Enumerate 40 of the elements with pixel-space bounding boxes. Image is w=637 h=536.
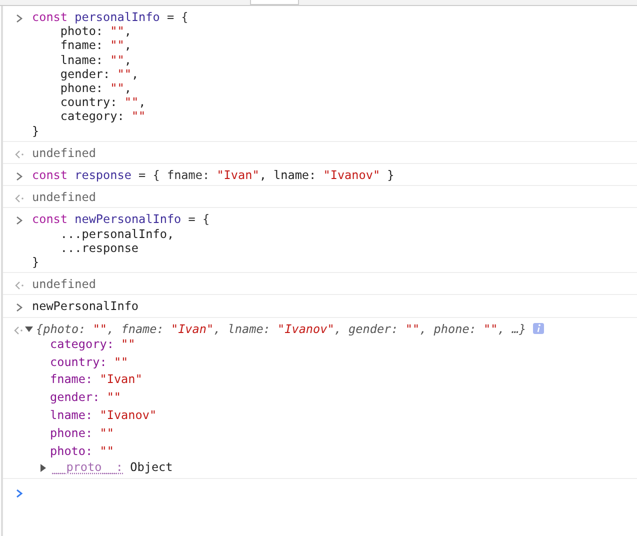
expand-triangle-icon[interactable] (25, 324, 33, 333)
result-text: undefined (32, 146, 96, 160)
code-line: const response = { fname: "Ivan", lname: "Ivanov" } (32, 168, 394, 182)
prompt-chevron-icon (15, 216, 24, 226)
result-arrow-icon (14, 326, 23, 335)
property-line: lname: "Ivanov" (50, 407, 158, 424)
code-line: } (32, 124, 40, 138)
property-line: category: "" (50, 336, 136, 353)
property-line: fname: "Ivan" (50, 371, 144, 388)
filter-field[interactable] (250, 0, 299, 5)
code-line: } (32, 255, 40, 270)
object-summary[interactable]: {photo: "", fname: "Ivan", lname: "Ivanov", gender: "", phone: "", …} (36, 322, 526, 336)
proto-property[interactable]: __proto__: Object (52, 460, 173, 475)
property-line: gender: "" (50, 389, 122, 406)
prompt-chevron-icon (15, 14, 24, 23)
result-text: undefined (32, 190, 96, 204)
code-line: newPersonalInfo (32, 299, 139, 314)
code-line: lname: "", (59, 52, 132, 67)
code-line: ...personalInfo, (59, 226, 176, 241)
code-line: fname: "", (59, 38, 132, 53)
property-line: country: "" (50, 354, 130, 371)
code-line: country: "", (59, 95, 147, 110)
code-line: photo: "", (59, 24, 132, 38)
code-line: ...response (59, 240, 140, 256)
result-arrow-icon (15, 281, 24, 290)
code-line: category: "" (59, 109, 147, 124)
input-prompt-icon[interactable] (15, 488, 24, 498)
code-line: gender: "", (59, 66, 140, 82)
prompt-chevron-icon (15, 303, 24, 312)
result-arrow-icon (15, 150, 24, 159)
property-line: photo: "" (50, 442, 115, 460)
info-icon[interactable] (533, 323, 544, 334)
result-arrow-icon (15, 194, 24, 204)
code-line: phone: "", (59, 81, 132, 96)
prompt-chevron-icon (15, 172, 24, 182)
expand-triangle-icon[interactable] (39, 464, 47, 472)
code-line: const newPersonalInfo = { (32, 212, 210, 227)
property-line: phone: "" (50, 424, 115, 442)
result-text: undefined (32, 277, 96, 292)
code-line: const personalInfo = { (32, 10, 188, 24)
